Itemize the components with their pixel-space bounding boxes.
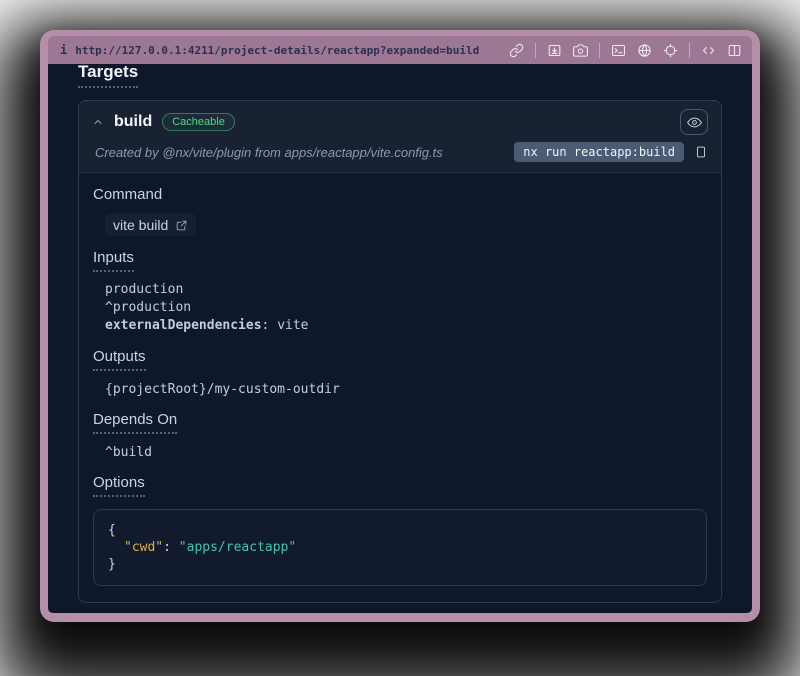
address-bar[interactable]: http://127.0.0.1:4211/project-details/re… xyxy=(75,44,501,57)
json-value: "apps/reactapp" xyxy=(179,540,296,555)
cacheable-badge: Cacheable xyxy=(162,113,235,131)
toolbar-actions xyxy=(509,43,742,58)
json-key: "cwd" xyxy=(124,540,163,555)
command-section-label: Command xyxy=(93,187,162,203)
screenshot-icon[interactable] xyxy=(573,43,588,58)
project-details-page: Targets build Cacheable xyxy=(48,64,752,613)
run-command-chip: nx run reactapp:build xyxy=(514,142,684,162)
build-card-body: Command vite build Inputs production ^pr… xyxy=(79,173,721,602)
build-title-row[interactable]: build Cacheable xyxy=(79,101,721,137)
depends-on-section-label[interactable]: Depends On xyxy=(93,412,177,434)
eye-icon xyxy=(687,115,702,130)
command-text: vite build xyxy=(113,217,168,233)
external-link-icon xyxy=(175,219,188,232)
view-target-button[interactable] xyxy=(680,109,708,135)
open-in-browser-icon[interactable] xyxy=(637,43,652,58)
target-name-build: build xyxy=(114,113,152,131)
info-icon[interactable]: i xyxy=(60,43,67,57)
input-item: production xyxy=(105,281,707,299)
inputs-list: production ^production externalDependenc… xyxy=(105,281,707,335)
page-title: Targets xyxy=(78,64,138,88)
copy-link-icon[interactable] xyxy=(509,43,524,58)
save-page-icon[interactable] xyxy=(547,43,562,58)
build-card-header: build Cacheable Created by @nx/vite/plug… xyxy=(79,101,721,173)
view-source-icon[interactable] xyxy=(701,43,716,58)
toolbar-separator xyxy=(535,43,536,58)
options-json-block: { "cwd": "apps/reactapp" } xyxy=(93,509,707,586)
browser-window: i http://127.0.0.1:4211/project-details/… xyxy=(40,30,760,622)
target-card-build: build Cacheable Created by @nx/vite/plug… xyxy=(78,100,722,603)
input-item: ^production xyxy=(105,299,707,317)
input-item-external-deps: externalDependencies: vite xyxy=(105,317,707,335)
json-line: { xyxy=(108,522,692,539)
terminal-icon[interactable] xyxy=(611,43,626,58)
json-line: "cwd": "apps/reactapp" xyxy=(108,539,692,556)
inputs-section-label[interactable]: Inputs xyxy=(93,250,134,272)
depends-on-item: ^build xyxy=(105,444,707,461)
output-item: {projectRoot}/my-custom-outdir xyxy=(105,381,707,398)
input-kv-key: externalDependencies xyxy=(105,318,262,333)
toolbar-separator xyxy=(599,43,600,58)
input-kv-value: : vite xyxy=(262,318,309,333)
command-value[interactable]: vite build xyxy=(105,214,196,236)
outputs-section-label[interactable]: Outputs xyxy=(93,349,146,371)
toolbar-separator xyxy=(689,43,690,58)
options-section-label[interactable]: Options xyxy=(93,475,145,497)
inspect-target-icon[interactable] xyxy=(663,43,678,58)
created-by-text: Created by @nx/vite/plugin from apps/rea… xyxy=(95,145,504,160)
chevron-up-icon[interactable] xyxy=(92,116,104,128)
build-created-row: Created by @nx/vite/plugin from apps/rea… xyxy=(79,137,721,172)
browser-toolbar: i http://127.0.0.1:4211/project-details/… xyxy=(48,36,752,64)
split-view-icon[interactable] xyxy=(727,43,742,58)
json-line: } xyxy=(108,556,692,573)
copy-icon[interactable] xyxy=(694,144,708,160)
